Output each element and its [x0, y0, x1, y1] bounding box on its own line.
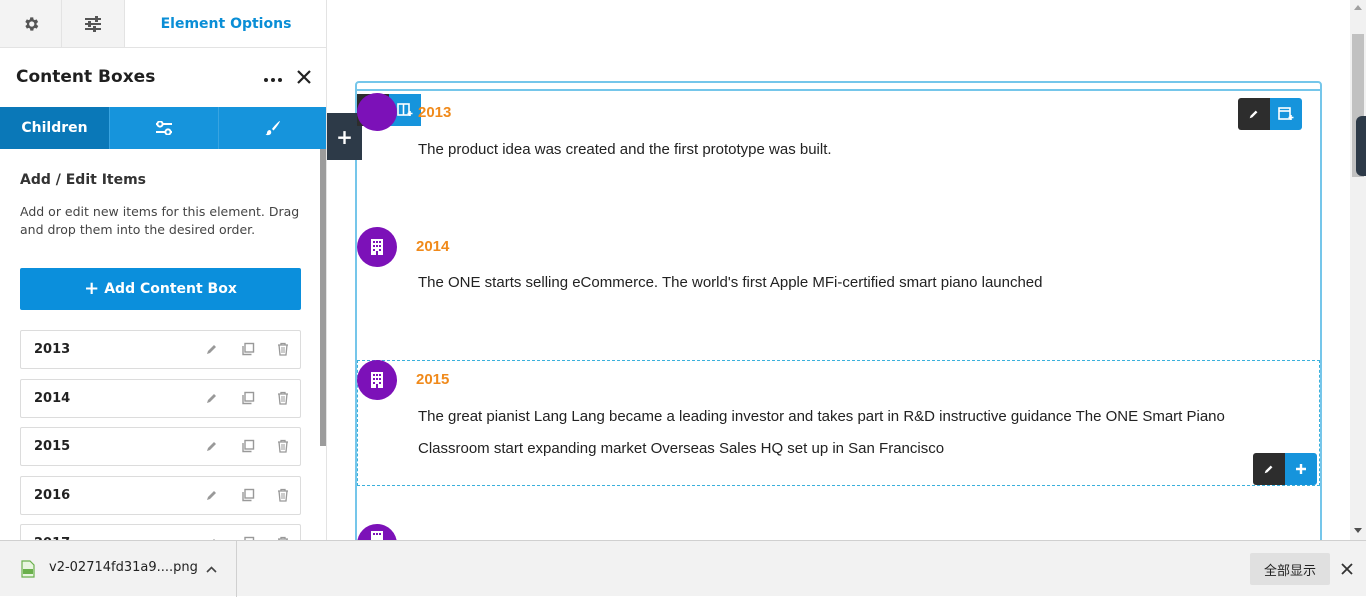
- container-options-button[interactable]: [1270, 98, 1302, 130]
- item-label: 2016: [34, 488, 71, 503]
- box-text-line: The great pianist Lang Lang became a lea…: [418, 408, 1225, 425]
- building-icon: [357, 360, 397, 400]
- download-file-name: v2-02714fd31a9....png: [49, 560, 198, 575]
- pencil-icon[interactable]: [205, 439, 219, 453]
- trash-icon[interactable]: [276, 439, 290, 453]
- section-heading: Add / Edit Items: [20, 172, 147, 188]
- element-options-sidebar: Element Options Content Boxes Children A…: [0, 0, 327, 540]
- box-year: 2014: [416, 238, 450, 255]
- trash-icon[interactable]: [276, 342, 290, 356]
- container-toolbar: [1238, 98, 1302, 130]
- more-horizontal-icon[interactable]: [264, 78, 282, 82]
- add-content-box-label: Add Content Box: [104, 281, 237, 297]
- plus-icon: [1296, 464, 1306, 474]
- list-item[interactable]: 2014: [20, 379, 301, 418]
- tab-layout-settings[interactable]: [62, 0, 125, 47]
- scroll-up-arrow-icon[interactable]: [1354, 5, 1362, 10]
- clone-icon[interactable]: [241, 439, 255, 453]
- sliders-icon: [85, 15, 101, 32]
- box-text: The ONE starts selling eCommerce. The wo…: [418, 274, 1043, 291]
- tab-children[interactable]: Children: [0, 107, 109, 149]
- add-content-box-button[interactable]: + Add Content Box: [20, 268, 301, 310]
- tab-general-settings[interactable]: [0, 0, 62, 47]
- trash-icon[interactable]: [276, 391, 290, 405]
- clone-icon[interactable]: [241, 488, 255, 502]
- add-element-icon: [397, 103, 413, 116]
- section-description: Add or edit new items for this element. …: [20, 204, 300, 237]
- pencil-icon[interactable]: [205, 488, 219, 502]
- add-child-button[interactable]: [1285, 453, 1317, 485]
- pencil-icon[interactable]: [205, 342, 219, 356]
- list-item[interactable]: 2013: [20, 330, 301, 369]
- top-tabs: Element Options: [0, 0, 326, 48]
- page-preview: + 2013 The product idea was created and …: [327, 0, 1350, 564]
- box-year: 2013: [418, 104, 452, 121]
- close-icon[interactable]: [1340, 562, 1354, 576]
- item-label: 2014: [34, 391, 71, 406]
- brush-icon: [265, 121, 280, 136]
- panel-header: Content Boxes: [0, 48, 326, 107]
- scroll-down-arrow-icon[interactable]: [1354, 528, 1362, 533]
- sidebar-scrollbar[interactable]: [320, 149, 326, 446]
- edit-container-button[interactable]: [1238, 98, 1270, 130]
- box-year: 2015: [416, 371, 450, 388]
- download-bar: v2-02714fd31a9....png 全部显示: [0, 540, 1366, 597]
- list-item[interactable]: 2016: [20, 476, 301, 515]
- tab-style[interactable]: [218, 107, 326, 149]
- close-icon[interactable]: [296, 69, 312, 85]
- trash-icon[interactable]: [276, 488, 290, 502]
- pencil-icon[interactable]: [205, 391, 219, 405]
- pencil-icon: [1249, 110, 1258, 119]
- box-text-line: Classroom start expanding market Oversea…: [418, 440, 945, 457]
- item-label: 2013: [34, 342, 71, 357]
- gear-icon: [24, 16, 38, 31]
- tab-design[interactable]: [109, 107, 218, 149]
- chevron-up-icon[interactable]: [206, 565, 217, 573]
- list-item[interactable]: 2015: [20, 427, 301, 466]
- pencil-icon: [1264, 465, 1273, 474]
- item-label: 2015: [34, 439, 71, 454]
- download-item[interactable]: v2-02714fd31a9....png: [0, 541, 237, 597]
- clone-icon[interactable]: [241, 391, 255, 405]
- panel-title: Content Boxes: [16, 67, 156, 87]
- plus-icon: +: [84, 278, 100, 299]
- list-item[interactable]: 2017: [20, 524, 301, 540]
- show-all-button[interactable]: 全部显示: [1250, 553, 1330, 585]
- tab-element-options[interactable]: Element Options: [125, 0, 326, 47]
- child-toolbar: [1253, 453, 1317, 485]
- clone-icon[interactable]: [241, 342, 255, 356]
- building-icon: [357, 227, 397, 267]
- sliders-icon: [156, 121, 172, 135]
- children-panel: Add / Edit Items Add or edit new items f…: [0, 149, 320, 540]
- add-container-icon: [1278, 107, 1294, 120]
- png-file-icon: [21, 560, 35, 578]
- box-text: The product idea was created and the fir…: [418, 141, 832, 158]
- edit-child-button[interactable]: [1253, 453, 1285, 485]
- side-panel-handle[interactable]: [1356, 116, 1366, 176]
- sub-tabs: Children: [0, 107, 326, 149]
- building-icon: [357, 93, 397, 131]
- page-scrollbar[interactable]: [1350, 0, 1366, 540]
